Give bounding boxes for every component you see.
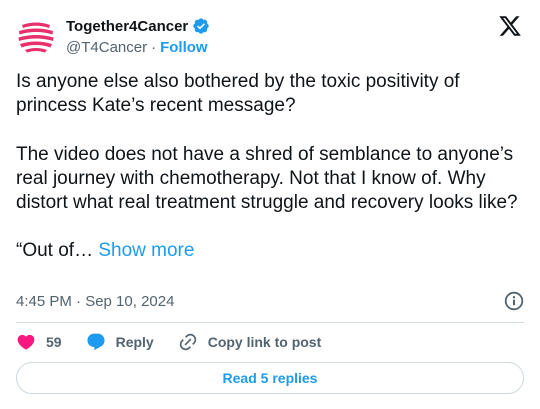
link-icon [179,333,196,351]
reply-bubble-icon [87,333,105,351]
tweet-header: Together4Cancer @T4Cancer · Follow [16,12,524,60]
tweet-paragraph-2: The video does not have a shred of sembl… [16,143,518,214]
x-logo-icon[interactable] [498,14,522,38]
copy-link-label: Copy link to post [207,334,322,350]
copy-link-button[interactable]: Copy link to post [178,332,322,352]
separator-dot: · [151,38,157,56]
name-row: Together4Cancer [66,16,210,36]
avatar[interactable] [16,16,56,56]
tweet-timestamp[interactable]: 4:45 PM · Sep 10, 2024 [16,293,174,310]
reply-label: Reply [115,334,154,350]
author-handle[interactable]: @T4Cancer [66,39,147,56]
show-more-link[interactable]: Show more [98,240,194,261]
verified-badge-icon [192,17,210,35]
info-icon[interactable] [504,291,524,311]
read-replies-button[interactable]: Read 5 replies [16,362,524,394]
tweet-paragraph-3: “Out of… [16,240,94,262]
like-count: 59 [46,334,62,350]
tweet-embed-card: Together4Cancer @T4Cancer · Follow Is an… [0,0,540,409]
handle-row: @T4Cancer · Follow [66,37,208,57]
heart-icon [17,334,35,350]
display-name[interactable]: Together4Cancer [66,18,188,35]
like-button[interactable]: 59 [16,332,62,352]
tweet-meta: 4:45 PM · Sep 10, 2024 [16,290,524,312]
divider [16,322,524,323]
read-replies-label: Read 5 replies [222,370,318,386]
tweet-paragraph-1: Is anyone else also bothered by the toxi… [16,71,460,117]
reply-button[interactable]: Reply [86,332,154,352]
tweet-text: Is anyone else also bothered by the toxi… [16,70,524,264]
action-bar: 59 Reply Copy link to post [16,330,345,354]
follow-button[interactable]: Follow [160,39,208,56]
